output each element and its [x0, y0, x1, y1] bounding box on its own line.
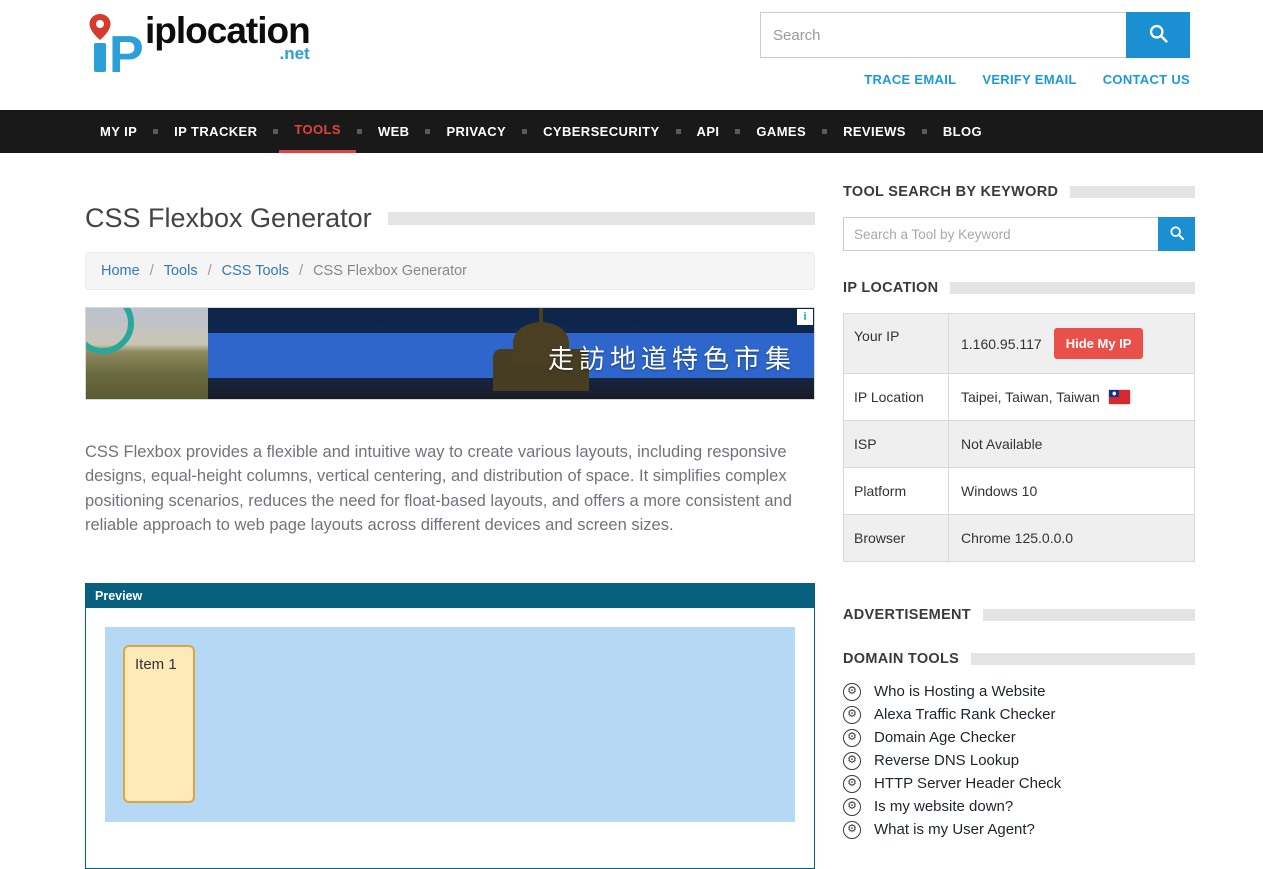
table-row: ISP Not Available	[844, 421, 1194, 468]
breadcrumb-tools[interactable]: Tools	[140, 263, 198, 279]
platform-value: Windows 10	[949, 468, 1194, 514]
sidebar: TOOL SEARCH BY KEYWORD IP LOCATION Your …	[843, 153, 1195, 869]
site-search-input[interactable]	[760, 12, 1126, 58]
nav-item-tools[interactable]: TOOLS	[279, 110, 356, 153]
ip-location-heading: IP LOCATION	[843, 280, 1195, 296]
search-icon	[1169, 225, 1185, 244]
nav-item-ip-tracker[interactable]: IP TRACKER	[159, 110, 272, 153]
gear-icon: ⚙	[843, 706, 861, 724]
nav-separator	[735, 129, 740, 134]
page-title: CSS Flexbox Generator	[85, 203, 372, 234]
domain-tools-list: ⚙ Who is Hosting a Website ⚙ Alexa Traff…	[843, 680, 1195, 841]
list-item: ⚙ Who is Hosting a Website	[843, 680, 1195, 703]
taiwan-flag-icon	[1109, 390, 1130, 404]
isp-value: Not Available	[949, 421, 1194, 467]
verify-email-link[interactable]: VERIFY EMAIL	[982, 72, 1076, 87]
nav-separator	[273, 129, 278, 134]
list-item: ⚙ Is my website down?	[843, 795, 1195, 818]
header-links: TRACE EMAIL VERIFY EMAIL CONTACT US	[760, 72, 1190, 87]
breadcrumb-home[interactable]: Home	[101, 263, 140, 279]
gear-icon: ⚙	[843, 821, 861, 839]
breadcrumb-css-tools[interactable]: CSS Tools	[198, 263, 289, 279]
preview-panel-title: Preview	[86, 584, 814, 608]
nav-item-web[interactable]: WEB	[363, 110, 425, 153]
flexbox-preview-container: Item 1	[105, 627, 795, 822]
gear-icon: ⚙	[843, 683, 861, 701]
gear-icon: ⚙	[843, 729, 861, 747]
domain-tools-heading: DOMAIN TOOLS	[843, 651, 1195, 667]
main-content: CSS Flexbox Generator Home Tools CSS Too…	[85, 153, 815, 869]
nav-item-cybersecurity[interactable]: CYBERSECURITY	[528, 110, 674, 153]
ip-location-table: Your IP 1.160.95.117 Hide My IP IP Locat…	[843, 313, 1195, 562]
ad-headline: 走訪地道特色市集	[548, 339, 796, 376]
list-item: ⚙ Domain Age Checker	[843, 726, 1195, 749]
ip-location-value: Taipei, Taiwan, Taiwan	[961, 389, 1100, 405]
nav-separator	[676, 129, 681, 134]
heading-decor-bar	[1070, 186, 1195, 198]
heading-decor-bar	[950, 282, 1195, 294]
nav-separator	[522, 129, 527, 134]
list-item: ⚙ What is my User Agent?	[843, 818, 1195, 841]
list-item: ⚙ Reverse DNS Lookup	[843, 749, 1195, 772]
your-ip-value: 1.160.95.117	[961, 336, 1042, 352]
nav-item-reviews[interactable]: REVIEWS	[828, 110, 921, 153]
logo-pin-icon: P	[85, 12, 143, 81]
domain-tool-link-domain-age[interactable]: Domain Age Checker	[874, 729, 1016, 746]
nav-separator	[425, 129, 430, 134]
nav-separator	[922, 129, 927, 134]
table-row: Your IP 1.160.95.117 Hide My IP	[844, 314, 1194, 374]
nav-item-blog[interactable]: BLOG	[928, 110, 997, 153]
tool-search-input[interactable]	[843, 217, 1158, 251]
heading-decor-bar	[971, 653, 1195, 665]
trace-email-link[interactable]: TRACE EMAIL	[864, 72, 956, 87]
domain-tool-link-user-agent[interactable]: What is my User Agent?	[874, 821, 1035, 838]
advertisement-heading: ADVERTISEMENT	[843, 607, 1195, 623]
heading-decor-bar	[983, 609, 1195, 621]
tool-description: CSS Flexbox provides a flexible and intu…	[85, 440, 815, 537]
nav-item-my-ip[interactable]: MY IP	[85, 110, 152, 153]
svg-text:P: P	[109, 26, 143, 76]
top-header: P iplocation .net TRACE EMAIL VERIFY EMA…	[0, 0, 1263, 110]
domain-tool-link-alexa-rank[interactable]: Alexa Traffic Rank Checker	[874, 706, 1055, 723]
domain-tool-link-hosting[interactable]: Who is Hosting a Website	[874, 683, 1045, 700]
preview-panel: Preview Item 1	[85, 583, 815, 869]
site-logo[interactable]: P iplocation .net	[85, 12, 310, 81]
title-decor-bar	[388, 212, 815, 225]
nav-separator	[822, 129, 827, 134]
domain-tool-link-reverse-dns[interactable]: Reverse DNS Lookup	[874, 752, 1019, 769]
search-icon	[1148, 23, 1169, 47]
contact-us-link[interactable]: CONTACT US	[1103, 72, 1190, 87]
ad-image-landscape	[86, 308, 208, 399]
nav-separator	[357, 129, 362, 134]
breadcrumb-current: CSS Flexbox Generator	[289, 263, 467, 279]
gear-icon: ⚙	[843, 775, 861, 793]
ad-banner[interactable]: 走訪地道特色市集 i	[85, 307, 815, 400]
gear-icon: ⚙	[843, 798, 861, 816]
table-row: IP Location Taipei, Taiwan, Taiwan	[844, 374, 1194, 421]
tool-search-button[interactable]	[1158, 217, 1195, 251]
preview-body: Item 1	[86, 608, 814, 868]
nav-separator	[153, 129, 158, 134]
gear-icon: ⚙	[843, 752, 861, 770]
table-row: Platform Windows 10	[844, 468, 1194, 515]
nav-item-api[interactable]: API	[682, 110, 735, 153]
browser-value: Chrome 125.0.0.0	[949, 515, 1194, 561]
domain-tool-link-http-header[interactable]: HTTP Server Header Check	[874, 775, 1061, 792]
nav-item-games[interactable]: GAMES	[741, 110, 821, 153]
domain-tool-link-website-down[interactable]: Is my website down?	[874, 798, 1013, 815]
site-search-button[interactable]	[1126, 12, 1190, 58]
list-item: ⚙ Alexa Traffic Rank Checker	[843, 703, 1195, 726]
ad-decor-ring	[86, 308, 134, 354]
hide-my-ip-button[interactable]: Hide My IP	[1054, 328, 1144, 359]
table-row: Browser Chrome 125.0.0.0	[844, 515, 1194, 562]
breadcrumb: Home Tools CSS Tools CSS Flexbox Generat…	[85, 252, 815, 290]
ad-image-cityscape: 走訪地道特色市集	[208, 308, 814, 399]
tool-search-heading: TOOL SEARCH BY KEYWORD	[843, 184, 1195, 200]
main-nav: MY IP IP TRACKER TOOLS WEB PRIVACY CYBER…	[0, 110, 1263, 153]
flexbox-preview-item: Item 1	[123, 645, 195, 803]
nav-item-privacy[interactable]: PRIVACY	[431, 110, 521, 153]
list-item: ⚙ HTTP Server Header Check	[843, 772, 1195, 795]
ad-choices-icon[interactable]: i	[797, 309, 813, 325]
